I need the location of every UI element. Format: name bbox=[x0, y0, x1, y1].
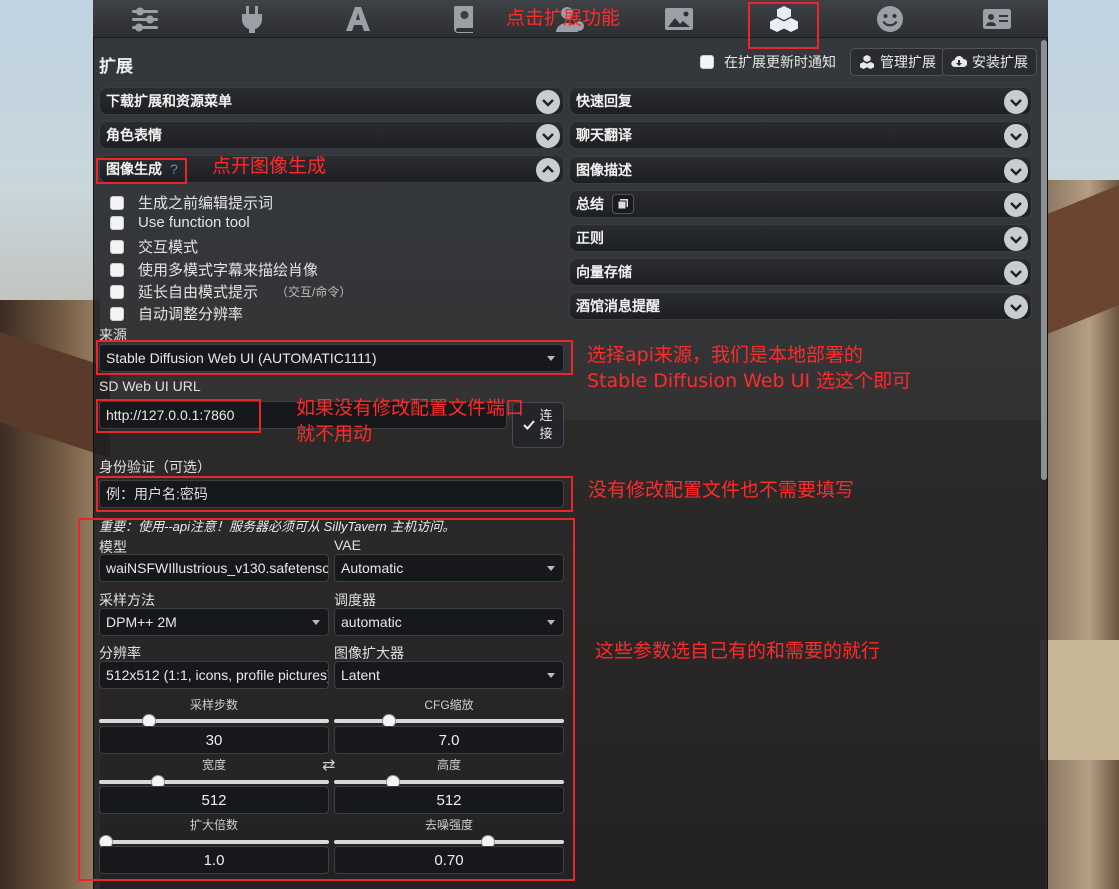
drawer-download-extensions[interactable]: 下载扩展和资源菜单 bbox=[99, 87, 564, 115]
drawer-image-caption[interactable]: 图像描述 bbox=[569, 156, 1032, 184]
plug-icon[interactable] bbox=[230, 4, 274, 34]
annotation-box-image-gen bbox=[96, 158, 187, 184]
chevron-down-icon[interactable] bbox=[536, 124, 560, 148]
checkbox[interactable] bbox=[110, 215, 124, 230]
chevron-down-icon[interactable] bbox=[536, 90, 560, 114]
cloud-download-icon bbox=[951, 56, 967, 68]
annotation-box-url bbox=[96, 399, 261, 433]
annotation-url-1: 如果没有修改配置文件端口 bbox=[296, 397, 525, 419]
image-icon[interactable] bbox=[657, 4, 701, 34]
checkbox[interactable] bbox=[110, 306, 124, 321]
check-icon bbox=[523, 420, 535, 430]
chevron-down-icon[interactable] bbox=[1004, 124, 1028, 148]
manage-extensions-button[interactable]: 管理扩展 bbox=[850, 48, 945, 76]
annotation-auth: 没有修改配置文件也不需要填写 bbox=[588, 479, 855, 501]
chevron-down-icon[interactable] bbox=[1004, 261, 1028, 285]
checkbox-edit-prompt[interactable]: 生成之前编辑提示词 bbox=[110, 192, 273, 213]
copy-icon[interactable] bbox=[612, 194, 634, 214]
annotation-source-2: Stable Diffusion Web UI 选这个即可 bbox=[587, 370, 912, 392]
checkbox[interactable] bbox=[110, 262, 124, 277]
chevron-down-icon[interactable] bbox=[1004, 193, 1028, 217]
checkbox-function-tool[interactable]: Use function tool bbox=[110, 214, 250, 231]
drawer-chat-translation[interactable]: 聊天翻译 bbox=[569, 121, 1032, 149]
annotation-box-extensions bbox=[748, 2, 819, 49]
notify-on-update[interactable]: 在扩展更新时通知 bbox=[700, 52, 836, 72]
annotation-source-1: 选择api来源，我们是本地部署的 bbox=[587, 344, 863, 366]
notify-checkbox[interactable] bbox=[700, 55, 714, 69]
checkbox-multimodal-captions[interactable]: 使用多模式字幕来描绘肖像 bbox=[110, 259, 318, 280]
annotation-open-image-gen: 点开图像生成 bbox=[212, 155, 327, 177]
checkbox[interactable] bbox=[110, 195, 124, 210]
annotation-click-extensions: 点击扩展功能 bbox=[506, 7, 621, 29]
annotation-box-source bbox=[96, 340, 573, 375]
chevron-down-icon[interactable] bbox=[1004, 227, 1028, 251]
panel-scrollbar[interactable] bbox=[1041, 40, 1047, 480]
checkbox[interactable] bbox=[110, 284, 124, 299]
cubes-icon bbox=[860, 55, 874, 69]
drawer-quick-reply[interactable]: 快速回复 bbox=[569, 87, 1032, 115]
chevron-down-icon[interactable] bbox=[1004, 90, 1028, 114]
annotation-box-params bbox=[78, 518, 575, 881]
book-icon[interactable] bbox=[443, 4, 487, 34]
checkbox[interactable] bbox=[110, 239, 124, 254]
panel-title: 扩展 bbox=[99, 57, 133, 76]
drawer-vector-storage[interactable]: 向量存储 bbox=[569, 258, 1032, 286]
auth-label: 身份验证（可选） bbox=[99, 459, 211, 475]
notify-label: 在扩展更新时通知 bbox=[724, 54, 836, 70]
url-label: SD Web UI URL bbox=[99, 378, 201, 394]
chevron-up-icon[interactable] bbox=[536, 158, 560, 182]
install-extension-button[interactable]: 安装扩展 bbox=[942, 48, 1037, 76]
id-card-icon[interactable] bbox=[975, 4, 1019, 34]
chevron-down-icon[interactable] bbox=[1004, 295, 1028, 319]
checkbox-auto-resolution[interactable]: 自动调整分辨率 bbox=[110, 303, 243, 324]
checkbox-interactive-mode[interactable]: 交互模式 bbox=[110, 236, 198, 257]
annotation-params: 这些参数选自己有的和需要的就行 bbox=[595, 640, 881, 662]
annotation-box-auth bbox=[96, 476, 573, 512]
drawer-message-notifier[interactable]: 酒馆消息提醒 bbox=[569, 292, 1032, 320]
drawer-character-expressions[interactable]: 角色表情 bbox=[99, 121, 564, 149]
checkbox-extend-free-mode[interactable]: 延长自由模式提示 （交互/命令） bbox=[110, 281, 351, 302]
drawer-regex[interactable]: 正则 bbox=[569, 224, 1032, 252]
annotation-url-2: 就不用动 bbox=[296, 423, 373, 445]
drawer-summary[interactable]: 总结 bbox=[569, 190, 1032, 218]
smile-icon[interactable] bbox=[868, 4, 912, 34]
font-icon[interactable] bbox=[336, 4, 380, 34]
chevron-down-icon[interactable] bbox=[1004, 159, 1028, 183]
sliders-icon[interactable] bbox=[123, 4, 167, 34]
